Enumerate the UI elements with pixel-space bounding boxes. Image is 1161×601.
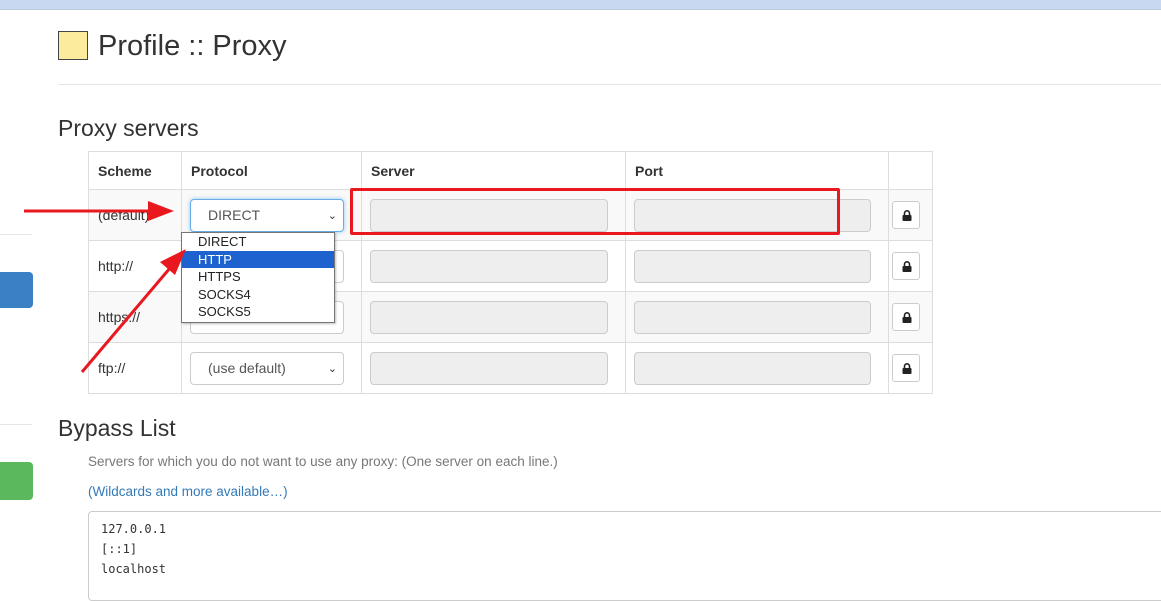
annotation-arrow-diagonal	[80, 249, 186, 373]
bypass-entry: localhost	[101, 562, 167, 576]
bypass-list-textarea[interactable]: 127.0.0.1 [::1] localhost	[88, 511, 1161, 601]
bypass-entry: 127.0.0.1	[101, 522, 167, 536]
annotation-arrows	[24, 201, 186, 373]
bypass-help-text: Servers for which you do not want to use…	[88, 454, 558, 469]
bypass-entry: [::1]	[101, 542, 138, 556]
wildcards-link[interactable]: (Wildcards and more available…)	[88, 484, 288, 499]
annotation-arrow-right	[24, 201, 174, 221]
bypass-list-heading: Bypass List	[58, 415, 176, 441]
